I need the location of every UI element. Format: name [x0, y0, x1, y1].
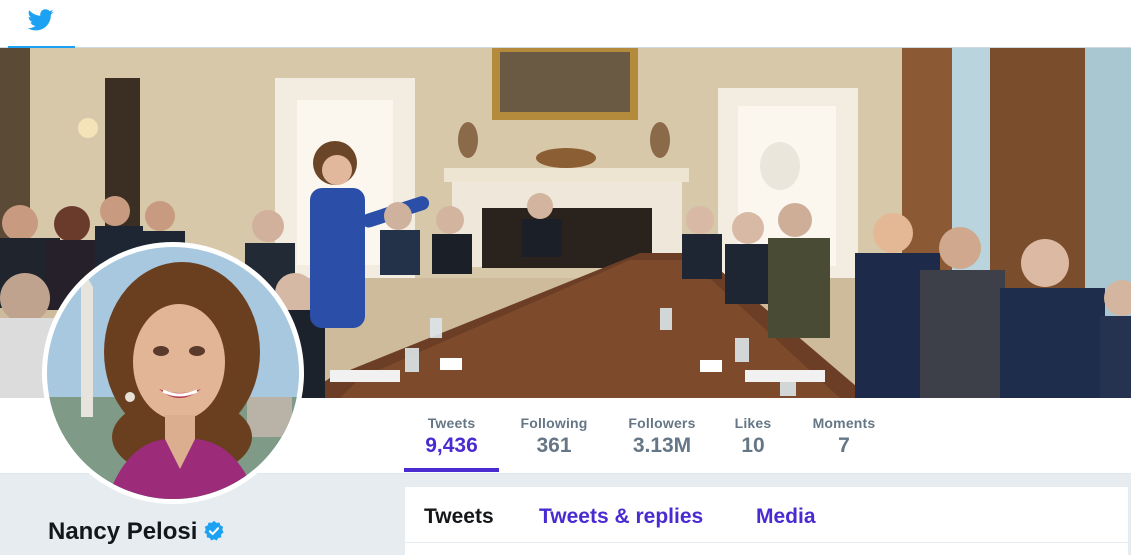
tab-tweets[interactable]: Tweets [424, 505, 494, 529]
stat-label: Tweets [427, 415, 476, 431]
stat-value: 9,436 [425, 434, 478, 457]
profile-avatar[interactable] [42, 242, 304, 504]
stat-label: Likes [734, 415, 772, 431]
stat-label: Following [520, 415, 588, 431]
stat-label: Moments [812, 415, 876, 431]
stat-value: 3.13M [632, 434, 692, 457]
tab-media[interactable]: Media [756, 505, 816, 529]
top-nav [0, 0, 1131, 48]
verified-badge-icon [204, 520, 225, 541]
stat-followers[interactable]: Followers 3.13M [620, 398, 704, 472]
divider [405, 542, 1128, 543]
home-tab[interactable] [8, 0, 75, 48]
stat-label: Followers [628, 415, 696, 431]
stat-moments[interactable]: Moments 7 [804, 398, 884, 472]
profile-name-block: Nancy Pelosi [48, 518, 225, 546]
timeline-tabs: Tweets Tweets & replies Media [405, 487, 1128, 555]
stat-value: 361 [536, 434, 572, 457]
stat-likes[interactable]: Likes 10 [728, 398, 778, 472]
profile-name: Nancy Pelosi [48, 518, 198, 545]
stat-tweets[interactable]: Tweets 9,436 [404, 398, 499, 472]
stat-value: 10 [741, 434, 765, 457]
tab-tweets-and-replies[interactable]: Tweets & replies [539, 505, 703, 529]
bird-icon [28, 9, 54, 31]
stat-following[interactable]: Following 361 [512, 398, 596, 472]
stat-value: 7 [838, 434, 850, 457]
